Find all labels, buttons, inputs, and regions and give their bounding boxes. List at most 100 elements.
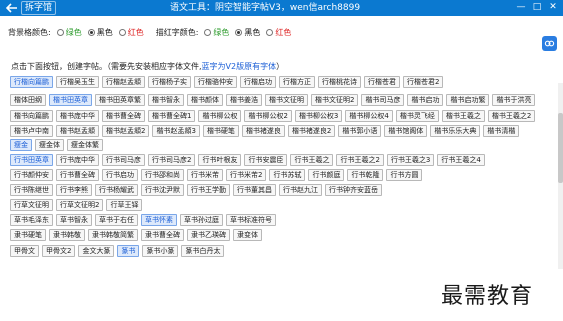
font-button[interactable]: 行书苏轼 [269, 169, 306, 181]
font-button[interactable]: 草书毛泽东 [10, 214, 53, 226]
scrollbar-thumb[interactable] [558, 113, 563, 183]
font-button[interactable]: 草书孙过庭 [180, 214, 223, 226]
font-button[interactable]: 行楷桃花诗 [318, 76, 361, 88]
font-button[interactable]: 瘦金体繁 [67, 139, 103, 151]
font-button[interactable]: 行楷方正 [279, 76, 315, 88]
minimize-button[interactable]: — [516, 1, 526, 13]
font-button[interactable]: 行书钟齐安蓝岳 [325, 184, 382, 196]
font-button[interactable]: 草书标准符号 [226, 214, 276, 226]
font-button[interactable]: 楷书司马彦 [361, 94, 405, 106]
font-button[interactable]: 行书王羲之2 [336, 154, 384, 166]
font-button[interactable]: 楷书曹全碑 [102, 110, 145, 122]
close-button[interactable]: ✕ [548, 1, 558, 13]
font-button[interactable]: 楷书启功 [407, 94, 444, 106]
font-button[interactable]: 行楷吴玉生 [56, 76, 99, 88]
maximize-button[interactable]: □ [532, 1, 542, 13]
font-button[interactable]: 楷书馆阁体 [384, 125, 428, 137]
font-button[interactable]: 篆书 [117, 245, 140, 257]
font-button[interactable]: 楷书卢中南 [10, 125, 53, 137]
font-button[interactable]: 楷书文征明 [265, 94, 308, 106]
font-button[interactable]: 行书赵九江 [279, 184, 322, 196]
font-button[interactable]: 行书叶根友 [198, 154, 242, 166]
font-button[interactable]: 草书智永 [56, 214, 92, 226]
bg-radio-green[interactable]: 绿色 [56, 27, 82, 38]
font-button[interactable]: 楷书王羲之2 [487, 110, 536, 122]
font-button[interactable]: 行书陈继世 [10, 184, 53, 196]
font-button[interactable]: 楷书赵孟頫2 [102, 125, 150, 137]
font-button[interactable]: 行书王学勤 [187, 184, 230, 196]
font-button[interactable]: 隶书韩敬 [49, 229, 85, 241]
font-button[interactable]: 楷书姜浩 [226, 94, 262, 106]
font-button[interactable]: 行书田英章 [10, 154, 53, 166]
font-button[interactable]: 楷书褚遂良 [241, 125, 285, 137]
font-button[interactable]: 楷书曹全碑1 [148, 110, 196, 122]
font-button[interactable]: 行楷苍君 [364, 76, 400, 88]
font-button[interactable]: 楷书灵飞经 [395, 110, 439, 122]
font-button[interactable]: 楷书柳公权 [198, 110, 242, 122]
font-button[interactable]: 行书米芾 [187, 169, 223, 181]
font-button[interactable]: 楷书赵孟頫 [56, 125, 99, 137]
font-button[interactable]: 行书王羲之 [290, 154, 334, 166]
font-button[interactable]: 行草文征明2 [56, 199, 104, 211]
font-button[interactable]: 楷书文征明2 [311, 94, 359, 106]
font-button[interactable]: 行书方圆 [386, 169, 423, 181]
font-button[interactable]: 楷书颜体 [187, 94, 223, 106]
bg-radio-red[interactable]: 红色 [118, 27, 144, 38]
font-button[interactable]: 楷书乐乐大典 [430, 125, 481, 137]
trace-radio-black[interactable]: 黑色 [235, 27, 260, 38]
scrollbar[interactable] [558, 83, 563, 269]
font-button[interactable]: 行书董其昌 [233, 184, 276, 196]
font-button[interactable]: 行书安震臣 [244, 154, 288, 166]
font-button[interactable]: 行楷杨子实 [148, 76, 191, 88]
back-button[interactable]: 拆字馆 [6, 1, 57, 15]
font-button[interactable]: 行书颜庭 [308, 169, 345, 181]
font-button[interactable]: 行书乾隆 [347, 169, 384, 181]
font-button[interactable]: 楷书向篇鹏 [10, 110, 53, 122]
font-button[interactable]: 草书于右任 [95, 214, 138, 226]
font-button[interactable]: 楷书柳公权3 [294, 110, 343, 122]
font-button[interactable]: 隶书韩敬简繁 [88, 229, 138, 241]
font-button[interactable]: 行书邵和尚 [141, 169, 184, 181]
font-button[interactable]: 行书米芾2 [226, 169, 267, 181]
font-button[interactable]: 行书司马彦2 [148, 154, 196, 166]
font-button[interactable]: 楷书柳公权2 [244, 110, 292, 122]
font-button[interactable]: 行书沈尹默 [141, 184, 184, 196]
font-button[interactable]: 行楷苍君2 [403, 76, 444, 88]
trace-radio-green[interactable]: 绿色 [204, 27, 229, 38]
font-button[interactable]: 楷书柳公权4 [345, 110, 393, 122]
font-button[interactable]: 行楷赵孟頫 [102, 76, 145, 88]
font-button[interactable]: 甲骨文 [10, 245, 39, 257]
font-button[interactable]: 隶书硬笔 [10, 229, 46, 241]
font-button[interactable]: 行书司马彦 [102, 154, 145, 166]
font-button[interactable]: 楷书王羲之 [441, 110, 485, 122]
font-button[interactable]: 草书怀素 [141, 214, 177, 226]
font-button[interactable]: 篆书白丹太 [181, 245, 225, 257]
font-button[interactable]: 楷书田英章繁 [95, 94, 145, 106]
font-button[interactable]: 行书杨耀武 [95, 184, 138, 196]
font-button[interactable]: 楷书硬笔 [202, 125, 239, 137]
font-button[interactable]: 楷书庞中华 [56, 110, 99, 122]
font-button[interactable]: 行书王羲之4 [437, 154, 485, 166]
font-button[interactable]: 隶变体 [233, 229, 262, 241]
font-button[interactable]: 行草文征明 [10, 199, 53, 211]
trace-radio-red[interactable]: 红色 [266, 27, 291, 38]
font-button[interactable]: 金文大篆 [78, 245, 115, 257]
font-button[interactable]: 瘦金体 [35, 139, 64, 151]
bg-radio-black[interactable]: 黑色 [87, 27, 113, 38]
font-button[interactable]: 行楷启功 [240, 76, 276, 88]
font-button[interactable]: 行书启功 [102, 169, 138, 181]
font-button[interactable]: 行草王铎 [106, 199, 143, 211]
font-button[interactable]: 行楷向篇鹏 [10, 76, 53, 88]
font-button[interactable]: 楷书智永 [148, 94, 184, 106]
font-button[interactable]: 楷书启功繁 [446, 94, 490, 106]
font-button[interactable]: 篆书小篆 [142, 245, 179, 257]
font-button[interactable]: 瘦金 [10, 139, 32, 151]
font-button[interactable]: 隶书乙瑛碑 [187, 229, 230, 241]
font-button[interactable]: 楷书郭小语 [338, 125, 382, 137]
font-button[interactable]: 楷书田英章 [49, 94, 92, 106]
font-button[interactable]: 楷书于洪亮 [492, 94, 536, 106]
font-button[interactable]: 行书曹全碑 [56, 169, 99, 181]
font-button[interactable]: 行书颜仲安 [10, 169, 53, 181]
font-button[interactable]: 楷书赵孟頫3 [152, 125, 200, 137]
font-button[interactable]: 行书李熊 [56, 184, 92, 196]
